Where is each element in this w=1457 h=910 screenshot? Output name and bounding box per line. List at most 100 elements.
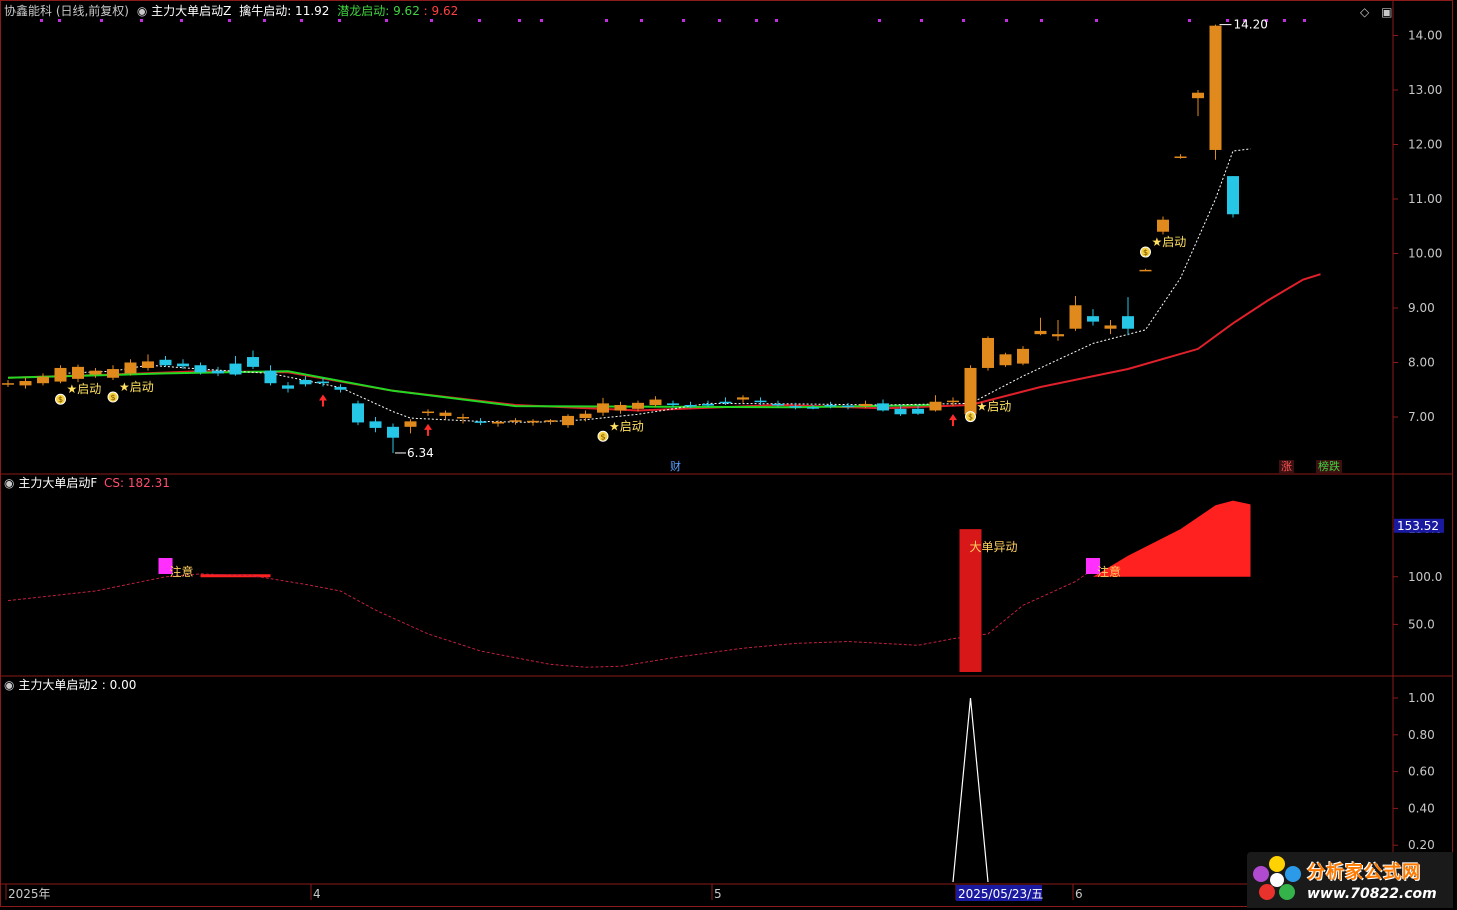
candle-body [124, 362, 137, 374]
top-signal-dot [1226, 19, 1229, 22]
candle-body [1087, 316, 1099, 322]
candle-body [649, 399, 662, 406]
candle-body [789, 406, 802, 408]
candle-body [684, 405, 697, 407]
panel-window-buttons: ◇ ▣ [1360, 5, 1392, 19]
candle-body [404, 421, 417, 427]
panel3-name[interactable]: 主力大单启动2 : 0.00 [18, 678, 136, 692]
ranking-badge[interactable]: 榜跌 [1316, 460, 1342, 473]
finance-badge[interactable]: 财 [668, 460, 683, 473]
candle-body [1104, 325, 1117, 329]
candle-body [579, 413, 592, 419]
candle-body [824, 405, 837, 407]
candle-body [912, 408, 924, 414]
candle-body [1157, 219, 1169, 232]
top-signal-dot [338, 19, 341, 22]
candle-body [1122, 316, 1134, 329]
x-tick-label: 5 [714, 887, 722, 901]
outer-frame [0, 0, 1453, 907]
p1-ytick-label: 7.00 [1408, 410, 1435, 424]
money-bag-glyph: $ [968, 413, 973, 422]
candle-body [107, 369, 119, 378]
up-arrow-icon [319, 394, 327, 407]
p3-ytick-label: 0.20 [1408, 838, 1435, 852]
top-signal-dot [300, 19, 303, 22]
candle-body [194, 365, 207, 373]
candle-body [859, 403, 872, 407]
kline-chart[interactable]: 7.00 8.00 9.00 10.00 11.00 12.00 13.00 14.00 14.… [0, 0, 1457, 910]
p3-spike-line [952, 697, 989, 883]
candle-body [737, 397, 749, 400]
logo-title: 分析家公式网 [1307, 862, 1421, 883]
top-signal-dot [263, 19, 266, 22]
top-signal-dot [58, 19, 61, 22]
p3-ytick-label: 0.60 [1408, 765, 1435, 779]
x-tick-label: 4 [313, 887, 321, 901]
p2-ytick-label: 100.0 [1408, 570, 1442, 584]
top-signal-dot [605, 19, 608, 22]
candle-body [299, 379, 312, 385]
candle-body [247, 357, 259, 367]
candle-body [614, 405, 627, 411]
top-signal-dot [1005, 19, 1008, 22]
candle-body [317, 381, 329, 384]
x-tick-label: 6 [1075, 887, 1083, 901]
qidong-signal-label: ★启动 [67, 382, 102, 396]
x-cursor-date-label: 2025/05/23/五 [958, 887, 1043, 901]
candle-body [597, 403, 609, 413]
site-logo: 分析家公式网 www.70822.com [1247, 852, 1453, 908]
candle-body [282, 385, 294, 389]
candle-body [177, 363, 189, 367]
p1-ytick-label: 9.00 [1408, 301, 1435, 315]
panel2-header: ◉ 主力大单启动F CS: 182.31 [4, 476, 170, 490]
logo-url: www.70822.com [1307, 886, 1437, 902]
panel2-toggle-icon[interactable]: ◉ [4, 476, 14, 490]
candle-body [1174, 156, 1187, 158]
up-arrow-icon [949, 414, 957, 427]
stock-title[interactable]: 协鑫能科 (日线,前复权) [4, 4, 129, 18]
money-bag-glyph: $ [58, 395, 63, 404]
candle-body [667, 403, 679, 406]
limit-up-badge[interactable]: 涨 [1279, 460, 1294, 473]
candle-body [544, 420, 557, 422]
candle-body [894, 408, 907, 415]
candle-body [964, 367, 977, 415]
qinniu-value: 擒牛启动: 11.92 [239, 4, 330, 18]
p3-ytick-label: 0.40 [1408, 801, 1435, 815]
candle-body [72, 366, 84, 379]
candle-body [754, 400, 767, 403]
qidong-signal-label: ★启动 [977, 400, 1012, 414]
candle-body [947, 400, 959, 403]
candle-body [509, 420, 522, 422]
indicator-toggle-icon[interactable]: ◉ [137, 4, 147, 18]
top-signal-dot [775, 19, 778, 22]
money-bag-glyph: $ [1143, 248, 1148, 257]
main-panel-header: 协鑫能科 (日线,前复权) ◉ 主力大单启动Z 擒牛启动: 11.92 潜龙启动… [4, 4, 458, 18]
candle-body [982, 337, 994, 368]
candle-body [439, 412, 452, 416]
top-signal-dot [540, 19, 543, 22]
p1-ytick-label: 13.00 [1408, 83, 1442, 97]
qidong-signal-label: ★启动 [119, 380, 154, 394]
up-arrow-icon [424, 423, 432, 436]
candle-body [999, 354, 1012, 366]
candle-body [457, 417, 469, 419]
panel2-name[interactable]: 主力大单启动F [18, 476, 97, 490]
p2-ytick-label: 50.0 [1408, 617, 1435, 631]
candle-body [1052, 334, 1064, 337]
p1-ytick-label: 12.00 [1408, 138, 1442, 152]
ma-red-line [7, 273, 1321, 412]
qidong-signal-label: ★启动 [1152, 235, 1187, 249]
top-signal-dot [518, 19, 521, 22]
candle-body [159, 359, 172, 366]
maximize-icon[interactable]: ▣ [1381, 5, 1392, 19]
panel3-header: ◉ 主力大单启动2 : 0.00 [4, 678, 136, 692]
p1-ytick-label: 10.00 [1408, 247, 1442, 261]
top-signal-dot [1303, 19, 1306, 22]
candle-body [264, 370, 277, 384]
restore-icon[interactable]: ◇ [1360, 5, 1369, 19]
top-signal-dot [180, 19, 183, 22]
panel3-toggle-icon[interactable]: ◉ [4, 678, 14, 692]
candle-body [719, 401, 732, 404]
top-signal-dot [755, 19, 758, 22]
